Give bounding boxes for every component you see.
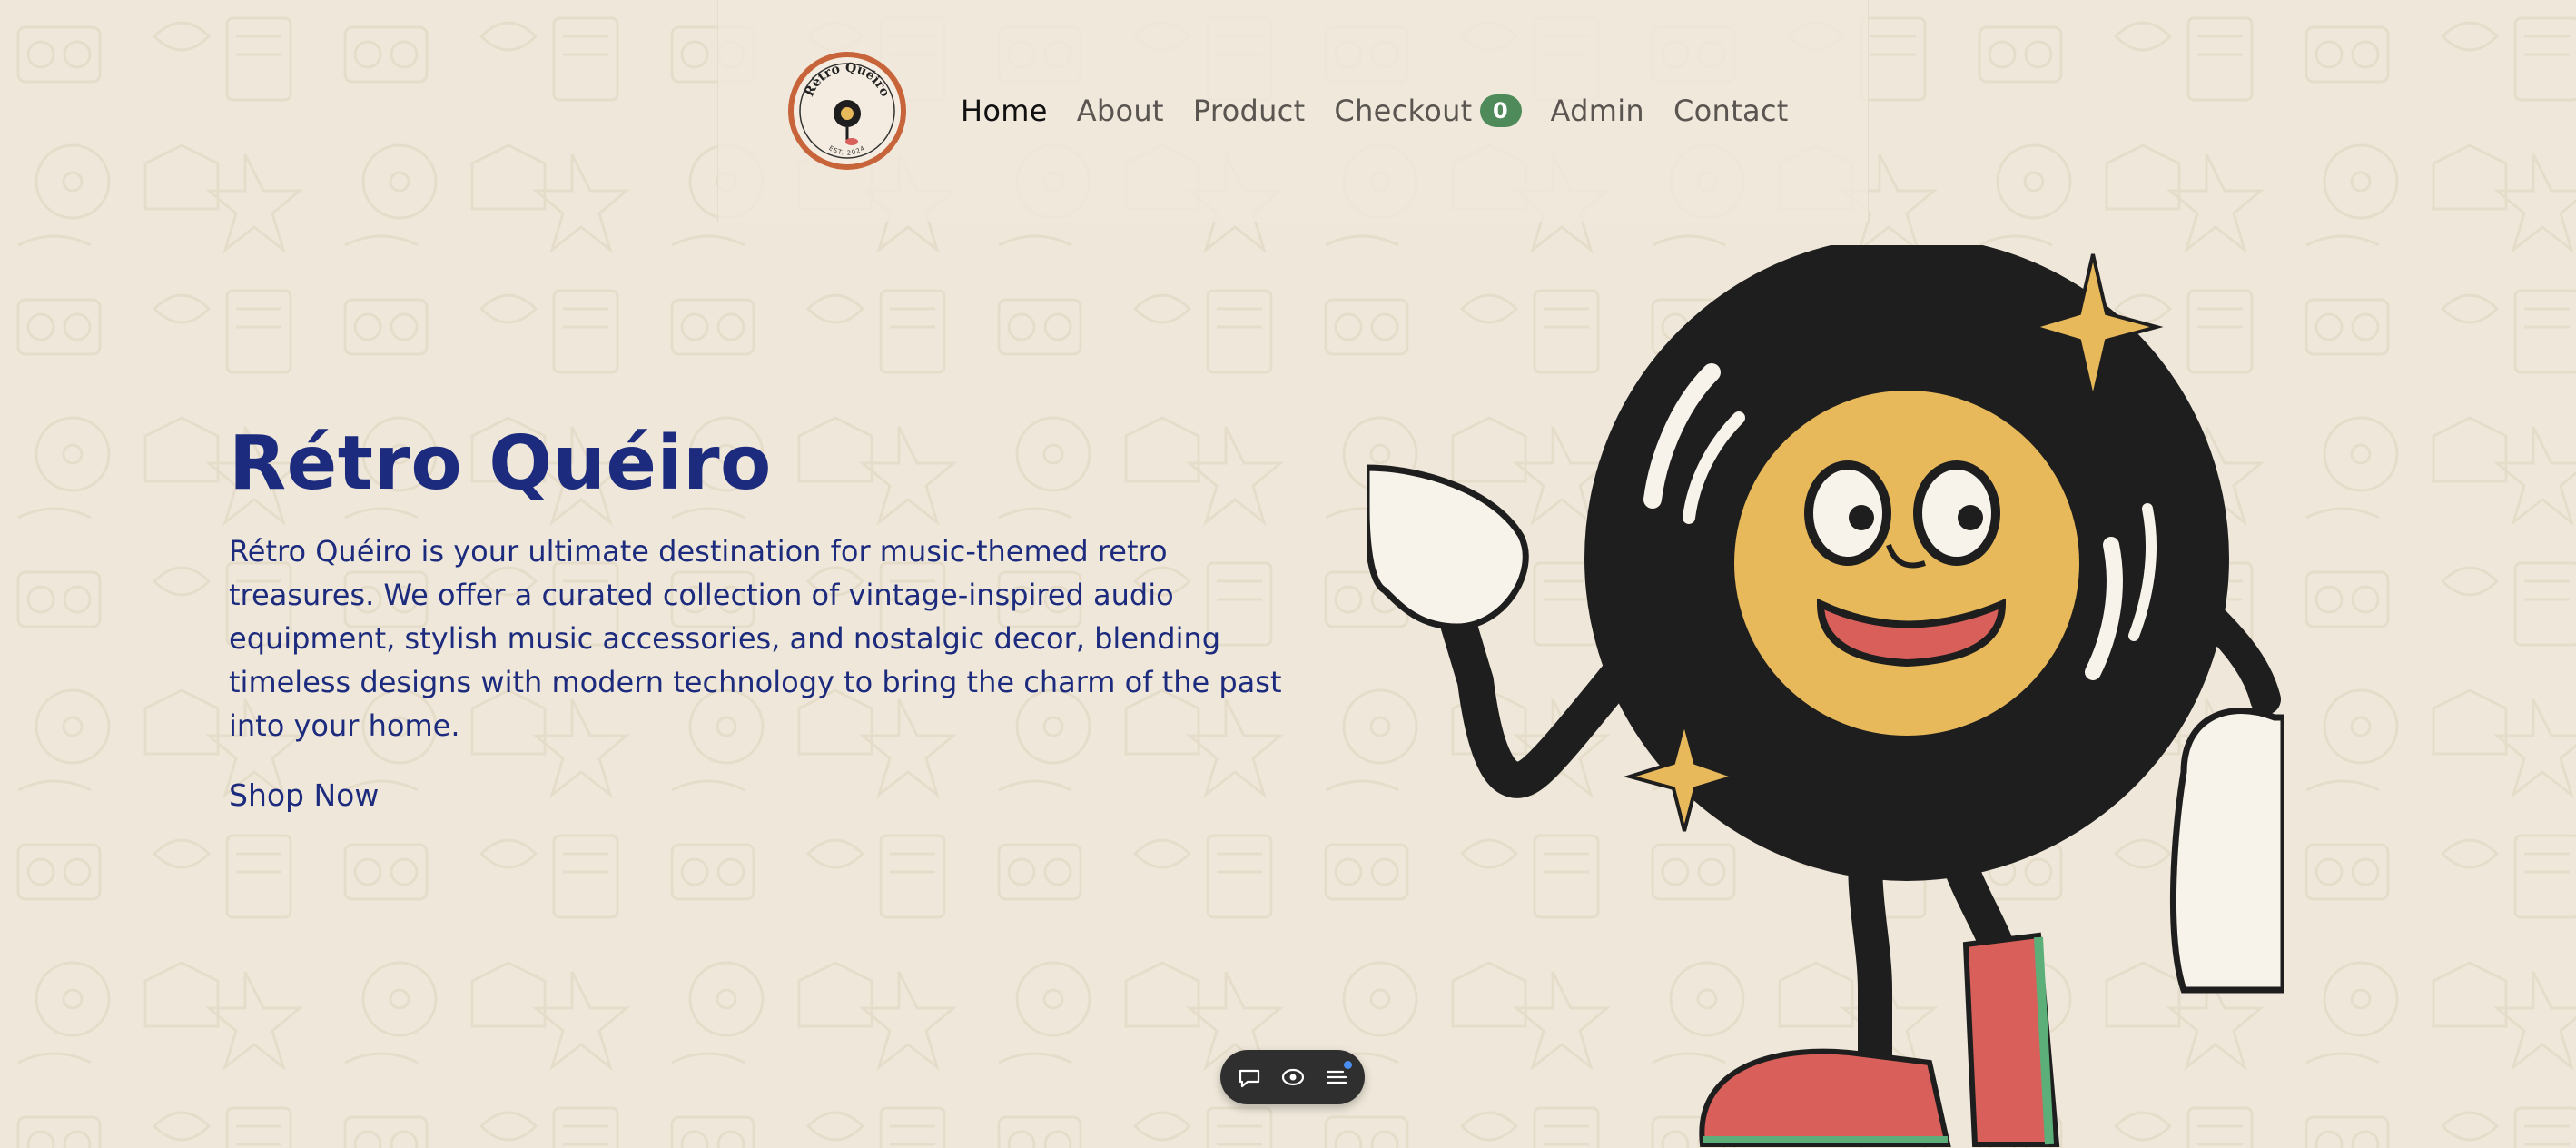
nav-admin[interactable]: Admin <box>1551 94 1644 128</box>
hero-description: Rétro Quéiro is your ultimate destinatio… <box>229 534 1282 743</box>
main-nav: Home About Product Checkout 0 Admin Cont… <box>961 87 1818 134</box>
cart-count-badge: 0 <box>1479 94 1522 127</box>
comment-icon[interactable] <box>1236 1064 1263 1091</box>
shop-now-link[interactable]: Shop Now <box>229 777 379 813</box>
hero-title: Rétro Quéiro <box>229 421 772 507</box>
nav-product[interactable]: Product <box>1193 94 1306 128</box>
floating-toolbar <box>1220 1050 1365 1104</box>
menu-list-icon-wrapper[interactable] <box>1323 1061 1352 1091</box>
preview-eye-icon[interactable] <box>1279 1064 1307 1091</box>
nav-contact[interactable]: Contact <box>1673 94 1789 128</box>
nav-about[interactable]: About <box>1077 94 1164 128</box>
nav-checkout[interactable]: Checkout 0 <box>1334 94 1522 128</box>
brand-logo[interactable]: Rétro Quéiro EST. 2024 <box>788 52 906 170</box>
notification-dot <box>1343 1061 1352 1069</box>
nav-checkout-label: Checkout <box>1334 94 1473 128</box>
vinyl-record-mascot-illustration <box>1367 245 2284 1147</box>
nav-home[interactable]: Home <box>961 94 1048 128</box>
